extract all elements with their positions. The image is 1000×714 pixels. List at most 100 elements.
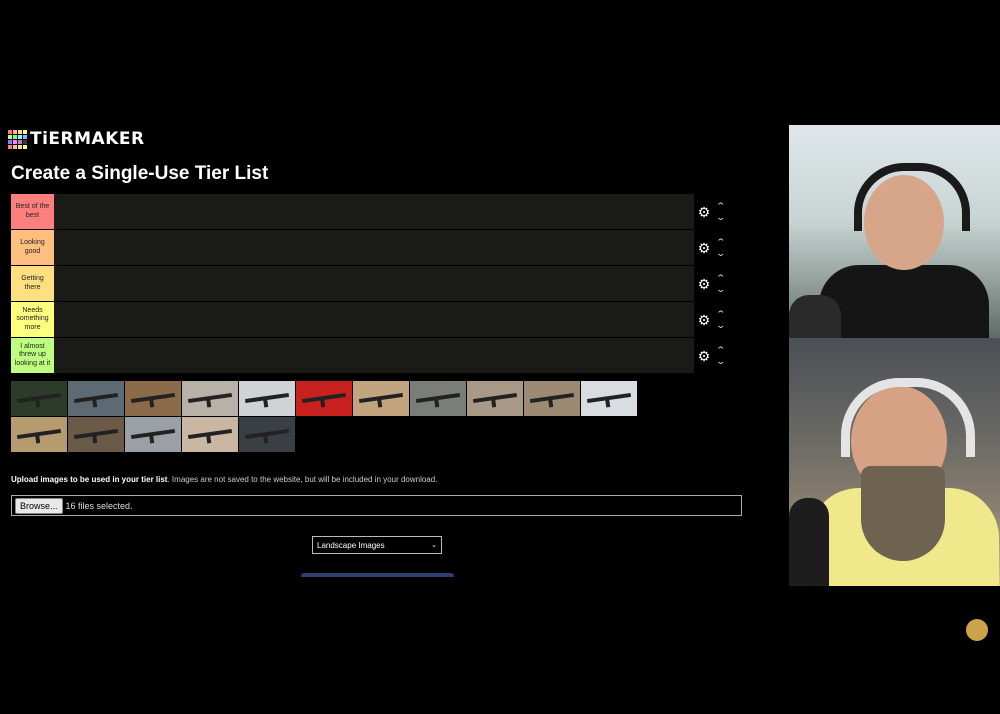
image-type-select[interactable]: Landscape Images ⌄	[312, 536, 442, 554]
tier-drop-zone[interactable]	[54, 194, 694, 229]
tier-drop-zone[interactable]	[54, 230, 694, 265]
microphone-icon	[789, 498, 829, 586]
microphone-icon	[789, 295, 841, 338]
file-input[interactable]: Browse... 16 files selected.	[11, 495, 742, 516]
tier-move-arrows: ⌃ ⌄	[715, 309, 726, 331]
draggable-image[interactable]	[68, 417, 124, 452]
rifle-image	[16, 392, 62, 404]
tiermaker-logo[interactable]: TiERMAKER	[8, 128, 145, 150]
tier-controls: ⚙ ⌃ ⌄	[697, 338, 737, 373]
rifle-image	[73, 392, 119, 404]
tier-controls: ⚙ ⌃ ⌄	[697, 230, 737, 265]
draggable-image[interactable]	[239, 417, 295, 452]
chevron-up-icon[interactable]: ⌃	[715, 237, 726, 248]
gear-icon[interactable]: ⚙	[697, 205, 711, 219]
chevron-down-icon[interactable]: ⌄	[715, 248, 726, 259]
logo-grid-cell	[13, 139, 17, 144]
logo-grid-cell	[18, 134, 22, 139]
tier-row: Getting there ⚙ ⌃ ⌄	[11, 266, 726, 301]
upload-note-bold: Upload images to be used in your tier li…	[11, 475, 168, 484]
gear-icon[interactable]: ⚙	[697, 313, 711, 327]
rifle-image	[358, 392, 404, 404]
draggable-image[interactable]	[125, 381, 181, 416]
logo-grid-cell	[8, 134, 12, 139]
draggable-image[interactable]	[524, 381, 580, 416]
rifle-image	[16, 428, 62, 440]
draggable-image[interactable]	[239, 381, 295, 416]
tier-controls: ⚙ ⌃ ⌄	[697, 266, 737, 301]
rifle-image	[472, 392, 518, 404]
rifle-image	[187, 392, 233, 404]
rifle-image	[586, 392, 632, 404]
tier-row: I almost threw up looking at it ⚙ ⌃ ⌄	[11, 338, 726, 373]
tier-label[interactable]: Needs something more	[11, 302, 54, 337]
draggable-image[interactable]	[467, 381, 523, 416]
chevron-down-icon: ⌄	[431, 542, 437, 549]
draggable-image[interactable]	[11, 381, 67, 416]
chevron-up-icon[interactable]: ⌃	[715, 309, 726, 320]
tier-move-arrows: ⌃ ⌄	[715, 237, 726, 259]
rifle-image	[73, 428, 119, 440]
draggable-image[interactable]	[410, 381, 466, 416]
logo-grid-cell	[13, 129, 17, 134]
tier-controls: ⚙ ⌃ ⌄	[697, 302, 737, 337]
chevron-up-icon[interactable]: ⌃	[715, 273, 726, 284]
draggable-image[interactable]	[296, 381, 352, 416]
chevron-down-icon[interactable]: ⌄	[715, 320, 726, 331]
rifle-image	[130, 392, 176, 404]
tier-move-arrows: ⌃ ⌄	[715, 273, 726, 295]
rifle-image	[301, 392, 347, 404]
upload-note-rest: . Images are not saved to the website, b…	[167, 475, 438, 484]
draggable-image[interactable]	[68, 381, 124, 416]
chevron-up-icon[interactable]: ⌃	[715, 201, 726, 212]
tier-label[interactable]: Best of the best	[11, 194, 54, 229]
tier-controls: ⚙ ⌃ ⌄	[697, 194, 737, 229]
upload-note: Upload images to be used in your tier li…	[11, 475, 437, 484]
logo-grid-cell	[18, 129, 22, 134]
logo-grid-cell	[8, 139, 12, 144]
save-download-button[interactable]	[301, 573, 454, 577]
tier-drop-zone[interactable]	[54, 302, 694, 337]
tier-row: Best of the best ⚙ ⌃ ⌄	[11, 194, 726, 229]
logo-grid-cell	[13, 134, 17, 139]
tier-label[interactable]: I almost threw up looking at it	[11, 338, 54, 373]
tier-list: Best of the best ⚙ ⌃ ⌄ Looking good ⚙ ⌃ ⌄ Gettin…	[11, 194, 726, 374]
draggable-image[interactable]	[353, 381, 409, 416]
rifle-image	[187, 428, 233, 440]
chevron-up-icon[interactable]: ⌃	[715, 345, 726, 356]
tier-move-arrows: ⌃ ⌄	[715, 201, 726, 223]
draggable-image[interactable]	[11, 417, 67, 452]
tier-drop-zone[interactable]	[54, 338, 694, 373]
chevron-down-icon[interactable]: ⌄	[715, 284, 726, 295]
rifle-image	[244, 392, 290, 404]
logo-grid-cell	[18, 139, 22, 144]
draggable-image[interactable]	[581, 381, 637, 416]
logo-grid-cell	[23, 134, 27, 139]
gear-icon[interactable]: ⚙	[697, 349, 711, 363]
tier-drop-zone[interactable]	[54, 266, 694, 301]
tier-row: Looking good ⚙ ⌃ ⌄	[11, 230, 726, 265]
tier-label[interactable]: Looking good	[11, 230, 54, 265]
gear-icon[interactable]: ⚙	[697, 277, 711, 291]
gear-icon[interactable]: ⚙	[697, 241, 711, 255]
logo-grid-cell	[8, 129, 12, 134]
draggable-image[interactable]	[125, 417, 181, 452]
rifle-image	[529, 392, 575, 404]
file-status: 16 files selected.	[65, 500, 133, 511]
tier-move-arrows: ⌃ ⌄	[715, 345, 726, 367]
tier-label[interactable]: Getting there	[11, 266, 54, 301]
logo-grid-cell	[23, 139, 27, 144]
browse-button[interactable]: Browse...	[15, 497, 63, 514]
draggable-image[interactable]	[182, 381, 238, 416]
draggable-image[interactable]	[182, 417, 238, 452]
logo-grid-cell	[13, 144, 17, 149]
headphones-icon	[854, 163, 970, 231]
logo-grid-icon	[8, 129, 27, 149]
image-pool	[11, 381, 694, 453]
chevron-down-icon[interactable]: ⌄	[715, 356, 726, 367]
rifle-image	[415, 392, 461, 404]
headphones-icon	[841, 378, 975, 457]
channel-badge-icon	[966, 619, 988, 641]
webcam-feed-host	[789, 125, 1000, 338]
chevron-down-icon[interactable]: ⌄	[715, 212, 726, 223]
